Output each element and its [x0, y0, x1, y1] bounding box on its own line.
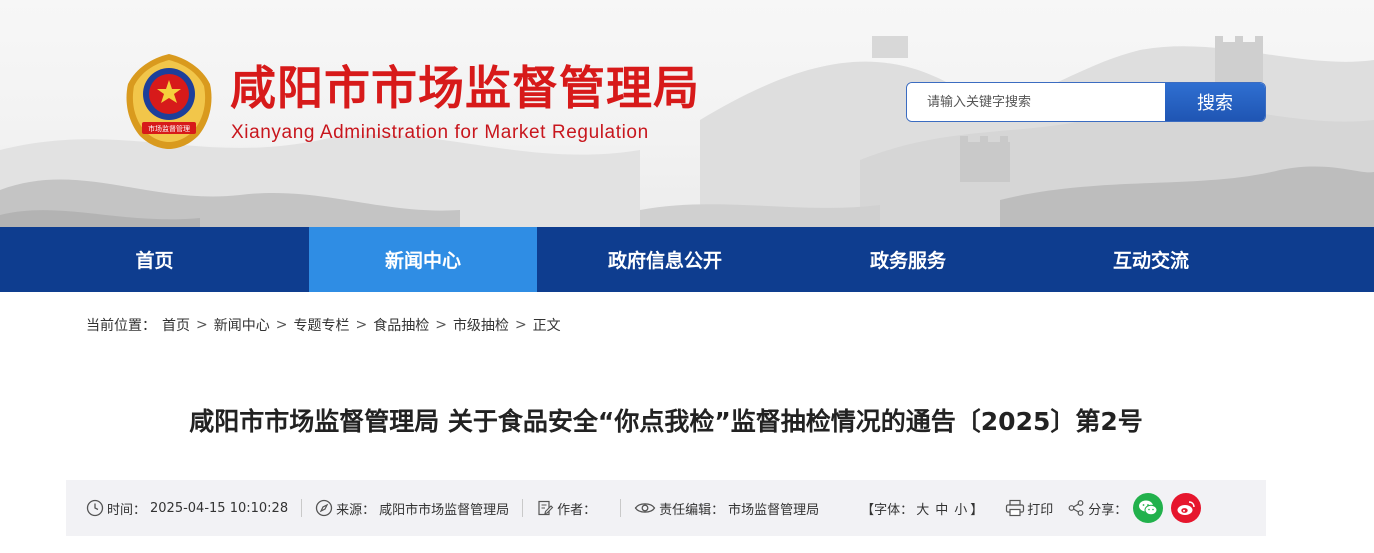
breadcrumb-prefix: 当前位置：: [86, 318, 156, 334]
edit-icon: [538, 500, 554, 516]
search-button[interactable]: 搜索: [1165, 83, 1265, 121]
breadcrumb-separator: >: [514, 317, 527, 333]
share-weibo-button[interactable]: [1171, 493, 1202, 523]
breadcrumb-special-topics[interactable]: 专题专栏: [293, 315, 349, 335]
font-size-selector: 【字体： 大 中 小 】: [861, 499, 983, 518]
meta-author-label: 作者：: [557, 502, 597, 518]
nav-item-interaction[interactable]: 互动交流: [1023, 227, 1279, 292]
market-regulation-emblem: [126, 54, 212, 149]
article-title: 咸阳市市场监督管理局 关于食品安全“你点我检”监督抽检情况的通告〔2025〕第2…: [189, 407, 1143, 436]
meta-divider: [620, 499, 622, 517]
site-header: 市场监督管理 咸阳市市场监督管理局 Xianyang Administratio…: [0, 0, 1374, 227]
nav-item-government-info[interactable]: 政府信息公开: [537, 227, 793, 292]
meta-source: 来源： 咸阳市市场监督管理局: [315, 499, 509, 518]
breadcrumb: 当前位置： 首页 > 新闻中心 > 专题专栏 > 食品抽检 > 市级抽检 > 正…: [86, 315, 561, 335]
breadcrumb-news-center[interactable]: 新闻中心: [214, 315, 270, 335]
share-label: 分享：: [1088, 502, 1128, 518]
breadcrumb-separator: >: [196, 317, 208, 333]
print-button[interactable]: 打印: [1005, 499, 1053, 518]
search-box: 搜索: [906, 82, 1266, 122]
eye-icon: [634, 503, 656, 513]
compass-icon: [315, 499, 333, 517]
meta-time-value: 2025-04-15 10:10:28: [150, 500, 289, 516]
wechat-icon: [1139, 500, 1158, 516]
meta-divider: [522, 499, 524, 517]
share-wechat-button[interactable]: [1133, 493, 1164, 523]
nav-item-home[interactable]: 首页: [0, 227, 309, 292]
clock-icon: [86, 499, 104, 517]
font-size-medium-button[interactable]: 中: [935, 499, 948, 518]
nav-item-government-services[interactable]: 政务服务: [793, 227, 1023, 292]
breadcrumb-separator: >: [355, 317, 368, 333]
site-title-english: Xianyang Administration for Market Regul…: [231, 122, 649, 143]
font-size-label-close: 】: [970, 502, 984, 518]
meta-editor: 责任编辑： 市场监督管理局: [634, 499, 819, 518]
main-navigation: 首页 新闻中心 政府信息公开 政务服务 互动交流: [0, 227, 1374, 292]
print-icon: [1006, 499, 1025, 517]
breadcrumb-separator: >: [435, 317, 447, 333]
breadcrumb-food-inspection[interactable]: 食品抽检: [373, 315, 429, 335]
breadcrumb-city-inspection[interactable]: 市级抽检: [453, 315, 509, 335]
meta-time: 时间： 2025-04-15 10:10:28: [86, 499, 288, 518]
emblem-ribbon-text: 市场监督管理: [148, 125, 190, 133]
font-size-small-button[interactable]: 小: [954, 499, 967, 518]
share-icon: [1068, 500, 1084, 516]
weibo-icon: [1177, 501, 1195, 515]
font-size-label-open: 【字体：: [861, 502, 914, 518]
meta-author: 作者：: [536, 499, 600, 518]
search-input[interactable]: [907, 83, 1165, 121]
meta-editor-label: 责任编辑：: [659, 502, 725, 518]
font-size-large-button[interactable]: 大: [916, 499, 929, 518]
breadcrumb-separator: >: [275, 317, 288, 333]
meta-source-label: 来源：: [336, 502, 376, 518]
meta-editor-value: 市场监督管理局: [728, 502, 820, 518]
share-section: 分享：: [1067, 493, 1202, 523]
nav-item-news-center[interactable]: 新闻中心: [309, 227, 537, 292]
meta-divider: [301, 499, 303, 517]
meta-source-value: 咸阳市市场监督管理局: [379, 502, 510, 518]
article-meta-bar: 时间： 2025-04-15 10:10:28 来源： 咸阳市市场监督管理局 作…: [66, 480, 1266, 536]
breadcrumb-current: 正文: [532, 318, 561, 334]
site-title-chinese: 咸阳市市场监督管理局: [230, 61, 700, 115]
meta-time-label: 时间：: [107, 502, 147, 518]
breadcrumb-home[interactable]: 首页: [162, 315, 190, 335]
print-label: 打印: [1027, 502, 1054, 518]
